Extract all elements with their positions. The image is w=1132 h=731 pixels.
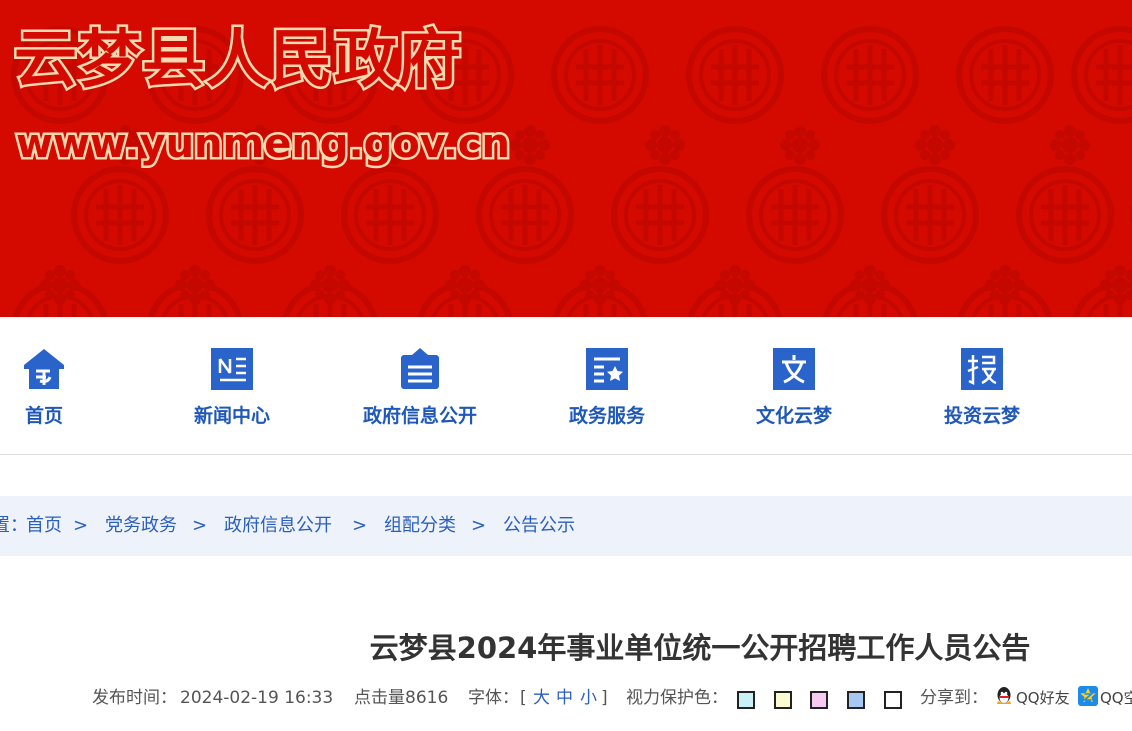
eye-protect-label: 视力保护色： [626, 688, 728, 708]
breadcrumb-prefix: 置： [0, 515, 28, 536]
font-size-large-button[interactable]: 大 [533, 686, 550, 710]
share-qq-link[interactable]: QQ好友 [1016, 686, 1070, 710]
nav-label-culture: 文化云梦 [755, 405, 832, 427]
breadcrumb-separator: > [192, 515, 208, 536]
banner-medal-ornament [959, 29, 1051, 121]
banner-medal-ornament [479, 169, 571, 261]
banner-flower-ornament [1050, 125, 1090, 165]
banner-medal-ornament [689, 29, 781, 121]
breadcrumb-link-category[interactable]: 组配分类 [384, 514, 456, 538]
banner-medal-ornament [344, 169, 436, 261]
article-title: 云梦县2024年事业单位统一公开招聘工作人员公告 [369, 631, 1031, 665]
breadcrumb: 置： 首页 > 党务政务 > 政府信息公开 > 组配分类 > 公告公示 [0, 496, 1132, 556]
banner-flower-ornament [645, 125, 685, 165]
nav-label-news: 新闻中心 [193, 405, 270, 427]
site-banner: 云梦县人民政府 www.yunmeng.gov.cn [0, 0, 1132, 317]
nav-item-home[interactable]: 首页 [0, 317, 124, 455]
nav-label-gov-info: 政府信息公开 [362, 405, 477, 427]
share-label: 分享到： [920, 688, 988, 708]
eye-color-pink-button[interactable] [810, 691, 828, 709]
banner-medal-ornament [824, 29, 916, 121]
font-size-medium-button[interactable]: 中 [556, 686, 573, 710]
invest-icon [961, 348, 1003, 390]
site-title: 云梦县人民政府 [12, 21, 464, 99]
banner-medal-ornament [614, 169, 706, 261]
eye-color-cyan-button[interactable] [737, 691, 755, 709]
publish-label: 发布时间： [92, 688, 177, 708]
nav-label-gov-service: 政务服务 [568, 405, 645, 427]
font-size-bracket-open: [ [520, 688, 527, 708]
home-icon [24, 349, 64, 389]
breadcrumb-separator: > [73, 515, 89, 536]
banner-medal-ornament [749, 169, 841, 261]
main-nav: 首页 新闻中心 政府信息公开 政务服务 文化云梦 投资云梦 [0, 317, 1132, 455]
eye-color-yellow-button[interactable] [774, 691, 792, 709]
publish-time: 2024-02-19 16:33 [180, 688, 334, 708]
nav-item-invest[interactable]: 投资云梦 [902, 317, 1062, 455]
nav-item-gov-info[interactable]: 政府信息公开 [340, 317, 500, 455]
banner-medal-ornament [74, 169, 166, 261]
banner-medal-ornament [209, 169, 301, 261]
banner-flower-ornament [780, 125, 820, 165]
banner-flower-ornament [510, 125, 550, 165]
nav-label-invest: 投资云梦 [943, 405, 1020, 427]
banner-medal-ornament [1074, 29, 1132, 121]
hits-label: 点击量 [354, 688, 405, 708]
eye-color-blue-button[interactable] [847, 691, 865, 709]
culture-icon [773, 348, 815, 390]
gov-info-icon [401, 348, 439, 389]
share-qzone-link[interactable]: QQ空 [1100, 686, 1132, 710]
font-size-label: 字体： [468, 688, 519, 708]
banner-medal-ornament [554, 29, 646, 121]
banner-flower-ornament [915, 125, 955, 165]
qzone-icon[interactable] [1078, 686, 1098, 706]
breadcrumb-link-notices[interactable]: 公告公示 [503, 514, 575, 538]
hits-count: 8616 [405, 688, 449, 708]
site-url: www.yunmeng.gov.cn [14, 119, 513, 170]
banner-medal-ornament [884, 169, 976, 261]
gov-service-icon [586, 348, 628, 390]
font-size-small-button[interactable]: 小 [580, 686, 597, 710]
banner-medal-ornament [1019, 169, 1111, 261]
breadcrumb-link-party-affairs[interactable]: 党务政务 [105, 514, 177, 538]
breadcrumb-separator: > [471, 515, 487, 536]
nav-label-home: 首页 [24, 405, 63, 427]
font-size-bracket-close: ] [601, 688, 608, 708]
nav-item-culture[interactable]: 文化云梦 [714, 317, 874, 455]
nav-item-news[interactable]: 新闻中心 [152, 317, 312, 455]
breadcrumb-link-gov-info[interactable]: 政府信息公开 [224, 514, 332, 538]
breadcrumb-link-home[interactable]: 首页 [26, 514, 62, 538]
qq-icon[interactable] [994, 686, 1014, 706]
news-icon [211, 348, 253, 390]
nav-item-gov-service[interactable]: 政务服务 [527, 317, 687, 455]
eye-color-white-button[interactable] [884, 691, 902, 709]
breadcrumb-separator: > [352, 515, 368, 536]
